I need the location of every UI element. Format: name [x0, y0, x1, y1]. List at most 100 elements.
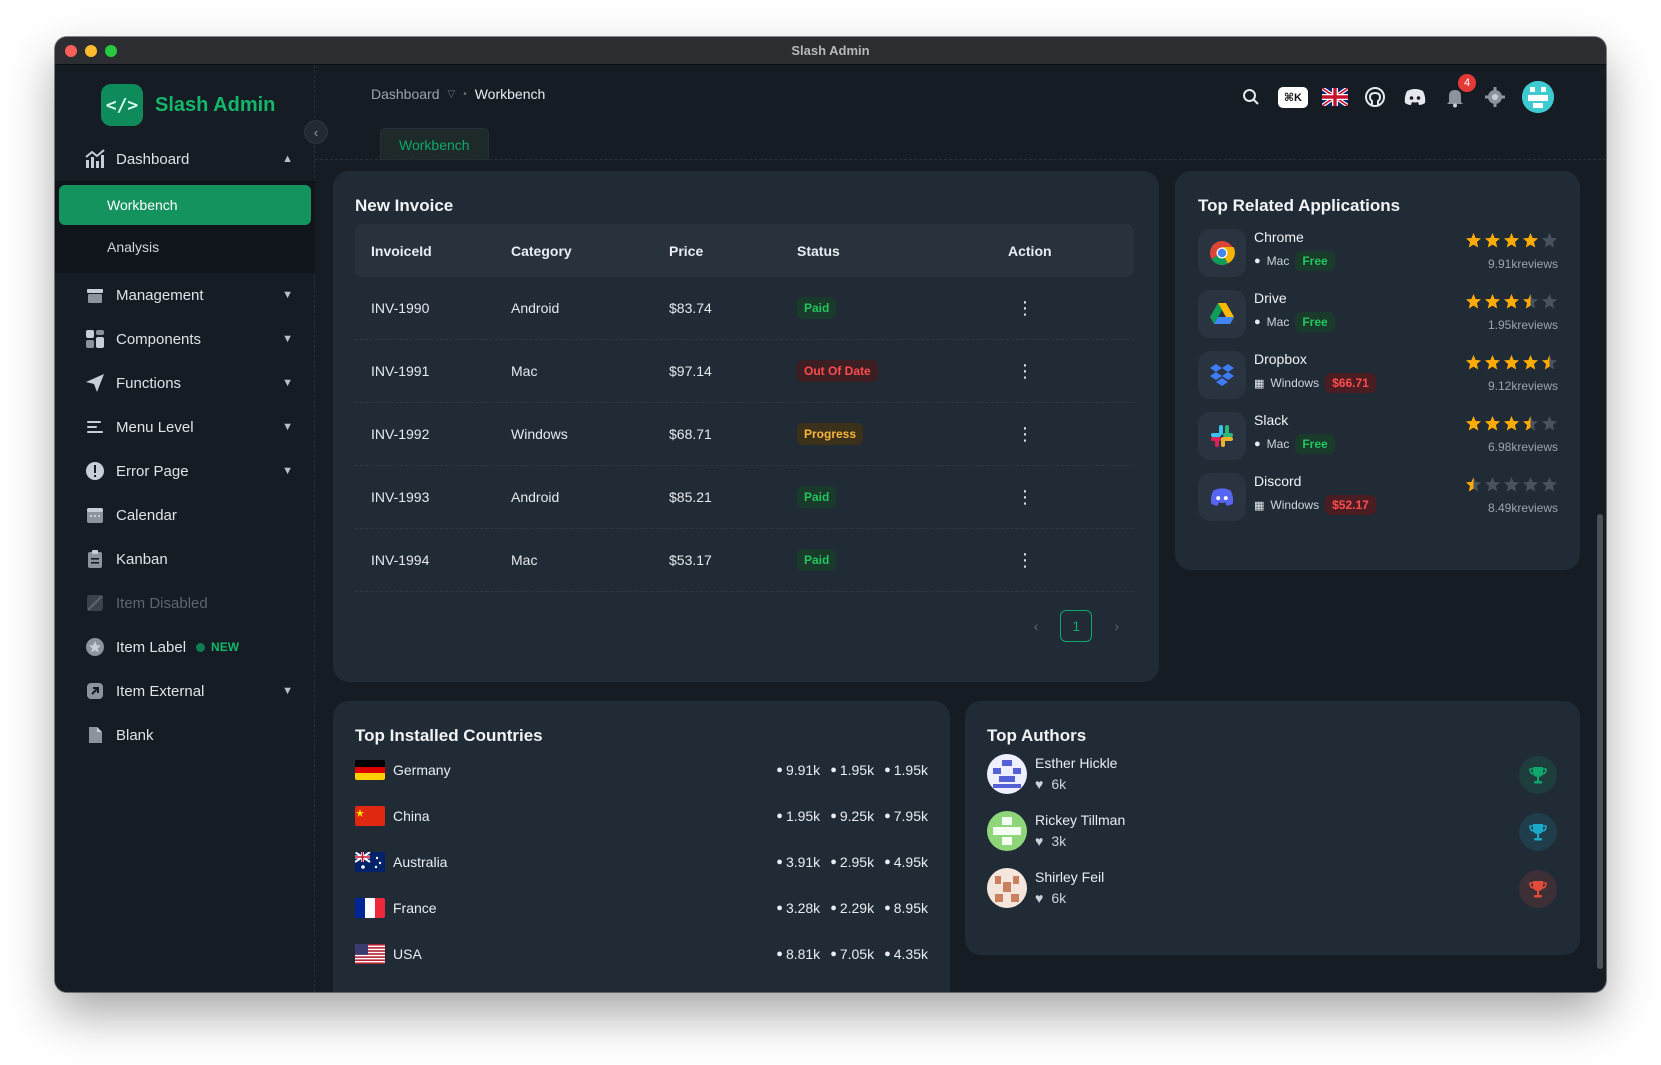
chevron-down-icon[interactable]: ▽: [448, 89, 456, 100]
sidebar: </> Slash Admin ‹ Dashboard ▲ Workbench …: [55, 65, 328, 992]
like-count: 6k: [1051, 890, 1067, 906]
sidebar-item-functions[interactable]: Functions ▼: [55, 361, 315, 405]
calendar-icon: [84, 504, 106, 526]
app-name: Drive: [1254, 290, 1287, 306]
brand[interactable]: </> Slash Admin: [101, 84, 275, 126]
app-meta: ● Mac Free: [1254, 434, 1335, 454]
column-header[interactable]: Action: [1008, 243, 1134, 259]
breadcrumb-dashboard[interactable]: Dashboard: [371, 86, 440, 102]
status-badge: Paid: [797, 297, 837, 319]
price-tag: Free: [1295, 434, 1335, 454]
page-number[interactable]: 1: [1060, 610, 1093, 642]
sidebar-item-calendar[interactable]: Calendar: [55, 493, 315, 537]
tab-workbench[interactable]: Workbench: [380, 128, 489, 160]
column-header[interactable]: Price: [669, 243, 797, 259]
breadcrumb-current: Workbench: [474, 86, 546, 102]
china-flag-icon: [355, 806, 385, 826]
more-vertical-icon[interactable]: ⋮: [1008, 361, 1034, 381]
close-window-button[interactable]: [65, 45, 77, 57]
minimize-window-button[interactable]: [85, 45, 97, 57]
apple-icon: ●: [1254, 316, 1261, 328]
app-platform: Mac: [1266, 315, 1290, 329]
sidebar-item-components[interactable]: Components ▼: [55, 317, 315, 361]
more-vertical-icon[interactable]: ⋮: [1008, 424, 1034, 444]
install-count: 2.29k: [839, 900, 875, 916]
chevron-up-icon: ▲: [282, 153, 293, 165]
app-platform: Mac: [1266, 254, 1290, 268]
more-vertical-icon[interactable]: ⋮: [1008, 487, 1034, 507]
install-count: 7.95k: [893, 808, 928, 824]
more-vertical-icon[interactable]: ⋮: [1008, 298, 1034, 318]
sidebar-item-menu-level[interactable]: Menu Level ▼: [55, 405, 315, 449]
star-icon: [1485, 355, 1500, 370]
chevron-down-icon: ▼: [282, 377, 293, 389]
search-icon[interactable]: [1238, 84, 1264, 110]
sidebar-item-label: Kanban: [116, 550, 168, 568]
chevron-right-icon[interactable]: ›: [1114, 618, 1119, 634]
notification-bell-icon[interactable]: 4: [1442, 74, 1476, 110]
rating-stars: [1465, 415, 1558, 432]
invoice-id: INV-1991: [371, 363, 430, 379]
star-icon: [1466, 477, 1481, 492]
install-count: 7.05k: [839, 946, 875, 962]
discord-icon[interactable]: [1402, 84, 1428, 110]
collapse-sidebar-button[interactable]: ‹: [304, 120, 328, 144]
more-vertical-icon[interactable]: ⋮: [1008, 550, 1034, 570]
clipboard-icon: [84, 548, 106, 570]
list-item[interactable]: Chrome ● Mac Free 9.91kreviews: [1198, 227, 1558, 277]
chevron-left-icon[interactable]: ‹: [1034, 618, 1039, 634]
github-icon[interactable]: [1362, 84, 1388, 110]
star-icon: [1542, 355, 1557, 370]
search-shortcut[interactable]: ⌘K: [1277, 86, 1308, 108]
avatar[interactable]: [987, 811, 1027, 851]
status-badge: Paid: [797, 486, 837, 508]
avatar[interactable]: [1522, 81, 1554, 113]
table-row: INV-1991 Mac $97.14 Out Of Date ⋮: [355, 340, 1134, 403]
gear-icon[interactable]: [1482, 84, 1508, 110]
maximize-window-button[interactable]: [105, 45, 117, 57]
invoice-price: $53.17: [669, 552, 712, 568]
column-header[interactable]: Category: [511, 243, 669, 259]
rating-stars: [1465, 293, 1558, 310]
list-item[interactable]: Discord ▦ Windows $52.17 8.49kreviews: [1198, 471, 1558, 521]
scrollbar[interactable]: [1597, 514, 1603, 969]
sidebar-item-analysis[interactable]: Analysis: [55, 225, 315, 269]
column-header[interactable]: InvoiceId: [355, 243, 511, 259]
apple-icon: ●: [830, 810, 837, 822]
invoice-id: INV-1994: [371, 552, 430, 568]
star-icon: [1542, 294, 1557, 309]
send-icon: [84, 372, 106, 394]
status-badge: Paid: [797, 549, 837, 571]
app-platform: Windows: [1270, 498, 1320, 512]
column-header[interactable]: Status: [797, 243, 1008, 259]
star-icon: [1504, 416, 1519, 431]
windows-icon: ▦: [1254, 499, 1265, 512]
sidebar-item-dashboard[interactable]: Dashboard ▲: [55, 137, 315, 181]
list-item[interactable]: Slack ● Mac Free 6.98kreviews: [1198, 410, 1558, 460]
app-name: Slack: [1254, 412, 1289, 428]
sidebar-item-blank[interactable]: Blank: [55, 713, 315, 757]
avatar[interactable]: [987, 868, 1027, 908]
install-count: 8.95k: [893, 900, 928, 916]
invoice-category: Windows: [511, 426, 568, 442]
sidebar-item-error-page[interactable]: Error Page ▼: [55, 449, 315, 493]
invoice-price: $85.21: [669, 489, 712, 505]
alert-icon: [84, 460, 106, 482]
badge-text: NEW: [211, 640, 240, 654]
avatar[interactable]: [987, 754, 1027, 794]
sidebar-item-external[interactable]: Item External ▼: [55, 669, 315, 713]
list-item: USA ● 8.81k ● 7.05k ● 4.35k: [355, 942, 928, 966]
list-item[interactable]: Drive ● Mac Free 1.95kreviews: [1198, 288, 1558, 338]
sidebar-item-kanban[interactable]: Kanban: [55, 537, 315, 581]
sidebar-item-workbench[interactable]: Workbench: [59, 185, 311, 225]
list-item[interactable]: Dropbox ▦ Windows $66.71 9.12kreviews: [1198, 349, 1558, 399]
sidebar-item-label-item[interactable]: Item Label NEW: [55, 625, 315, 669]
sidebar-item-management[interactable]: Management ▼: [55, 273, 315, 317]
star-icon: [1466, 294, 1481, 309]
author-likes: ♥ 6k: [1035, 890, 1066, 906]
window-controls: [65, 45, 117, 57]
heart-icon: ♥: [1035, 833, 1044, 849]
price-tag: Free: [1295, 312, 1335, 332]
uk-flag-icon[interactable]: [1322, 84, 1348, 110]
author-likes: ♥ 3k: [1035, 833, 1066, 849]
